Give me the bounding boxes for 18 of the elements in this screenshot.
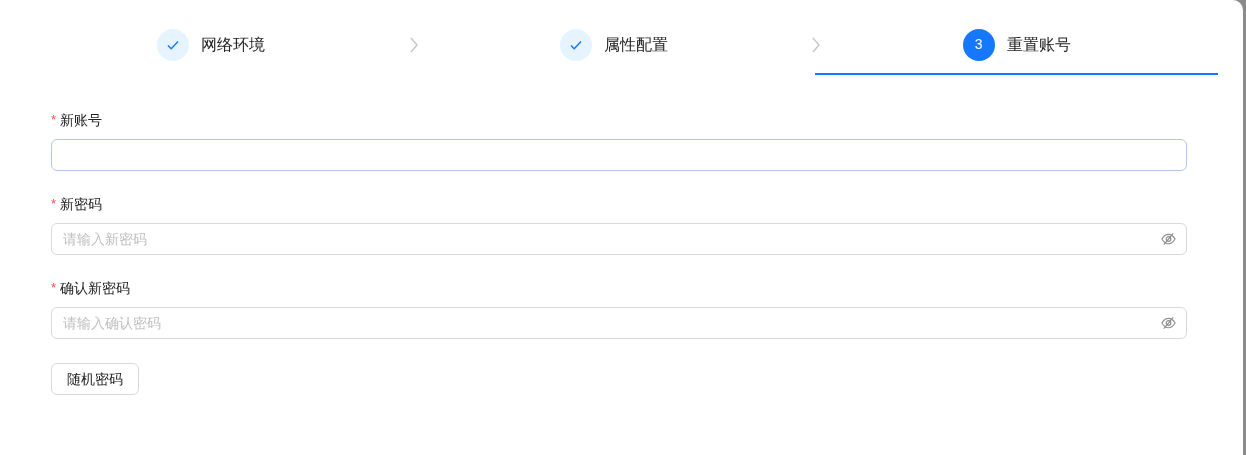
step-label: 属性配置	[604, 34, 668, 55]
input-field[interactable]	[51, 139, 1187, 171]
step-label: 网络环境	[201, 34, 266, 55]
random-password-button[interactable]: 随机密码	[51, 363, 139, 395]
required-mark: *	[51, 279, 57, 298]
step-label: 重置账号	[1006, 34, 1071, 55]
input-field[interactable]: 请输入新密码	[51, 223, 1187, 255]
field-label: 新密码	[60, 194, 103, 214]
required-mark: *	[51, 195, 57, 214]
eye-off-icon[interactable]	[1161, 316, 1176, 330]
chevron-right-icon	[408, 36, 419, 54]
required-mark: *	[51, 111, 57, 130]
eye-off-icon[interactable]	[1161, 232, 1176, 246]
chevron-right-icon	[811, 36, 822, 54]
field-label: 确认新密码	[60, 278, 131, 298]
step-number: 3	[962, 28, 995, 61]
input-field[interactable]: 请输入确认密码	[51, 307, 1187, 339]
field-label: 新账号	[60, 110, 103, 130]
